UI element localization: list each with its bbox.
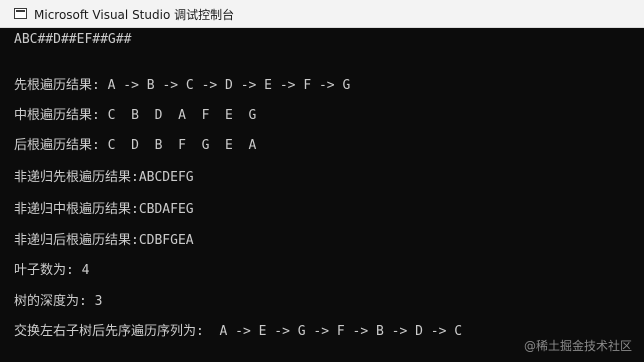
console-output[interactable]: ABC##D##EF##G## 先根遍历结果: A -> B -> C -> D… — [0, 28, 644, 362]
console-line-input: ABC##D##EF##G## — [14, 32, 132, 47]
window-title: Microsoft Visual Studio 调试控制台 — [34, 8, 235, 22]
console-line-swapped-preorder: 交换左右子树后先序遍历序列为: A -> E -> G -> F -> B ->… — [14, 324, 463, 339]
console-app-icon — [14, 8, 27, 19]
console-window: Microsoft Visual Studio 调试控制台 ABC##D##EF… — [0, 0, 644, 362]
console-line-inorder: 中根遍历结果: C B D A F E G — [14, 108, 257, 123]
console-line-leaf-count: 叶子数为: 4 — [14, 263, 90, 278]
title-bar[interactable]: Microsoft Visual Studio 调试控制台 — [0, 0, 644, 28]
console-line-postorder: 后根遍历结果: C D B F G E A — [14, 138, 257, 153]
console-line-nonrecursive-postorder: 非递归后根遍历结果:CDBFGEA — [14, 233, 194, 248]
console-line-tree-depth: 树的深度为: 3 — [14, 294, 103, 309]
console-line-preorder: 先根遍历结果: A -> B -> C -> D -> E -> F -> G — [14, 78, 351, 93]
console-line-nonrecursive-inorder: 非递归中根遍历结果:CBDAFEG — [14, 202, 194, 217]
watermark: @稀土掘金技术社区 — [523, 339, 632, 353]
console-line-nonrecursive-preorder: 非递归先根遍历结果:ABCDEFG — [14, 170, 194, 185]
